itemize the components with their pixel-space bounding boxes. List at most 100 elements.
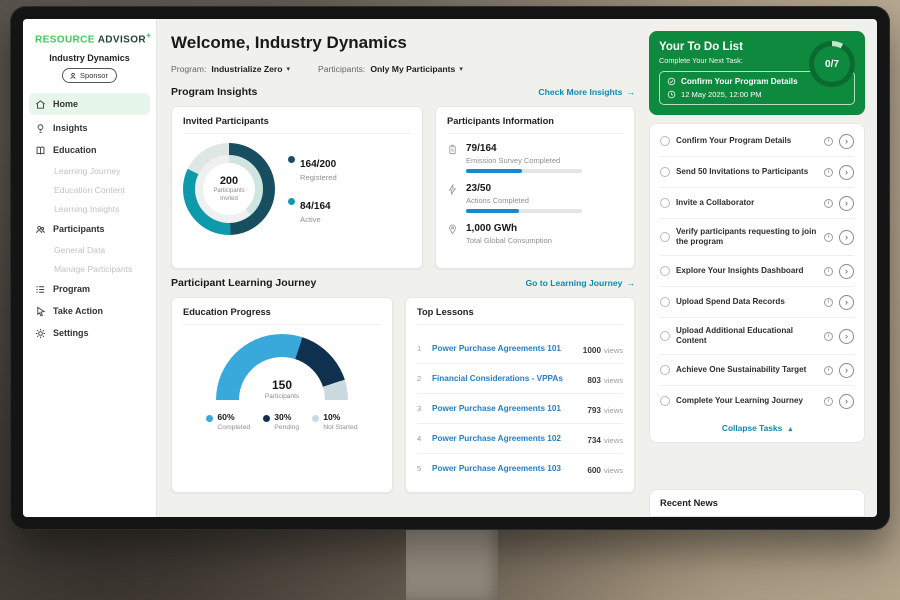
sidebar-item-learning-journey[interactable]: Learning Journey bbox=[23, 161, 156, 180]
chevron-right-icon[interactable]: › bbox=[839, 230, 854, 245]
sidebar-item-take-action[interactable]: Take Action bbox=[23, 300, 156, 322]
sidebar-item-general-data[interactable]: General Data bbox=[23, 240, 156, 259]
task-row-upload-educational-content[interactable]: Upload Additional Educational Content i … bbox=[660, 318, 854, 355]
section-title: Program Insights bbox=[171, 86, 257, 98]
logo-text-secondary: ADVISOR bbox=[98, 34, 146, 45]
lesson-link[interactable]: Power Purchase Agreements 103 bbox=[432, 464, 580, 473]
todo-summary-card: Your To Do List Complete Your Next Task:… bbox=[649, 31, 865, 115]
legend-label: Completed bbox=[217, 424, 250, 431]
stat-value: 23/50 bbox=[466, 183, 582, 194]
task-checkbox[interactable] bbox=[660, 396, 670, 406]
program-label: Program: bbox=[171, 64, 206, 74]
sidebar-item-manage-participants[interactable]: Manage Participants bbox=[23, 259, 156, 278]
sidebar-item-insights[interactable]: Insights bbox=[23, 117, 156, 139]
recent-news-header[interactable]: Recent News bbox=[649, 489, 865, 517]
task-row-verify-participants[interactable]: Verify participants requesting to join t… bbox=[660, 219, 854, 256]
filters-row: Program: Industrialize Zero ▾ Participan… bbox=[171, 64, 635, 74]
chevron-right-icon[interactable]: › bbox=[839, 295, 854, 310]
lesson-link[interactable]: Power Purchase Agreements 102 bbox=[432, 434, 580, 443]
chevron-right-icon[interactable]: › bbox=[839, 165, 854, 180]
participants-select[interactable]: Participants: Only My Participants ▾ bbox=[318, 64, 463, 74]
lesson-link[interactable]: Financial Considerations - VPPAs bbox=[432, 374, 580, 383]
info-icon: i bbox=[824, 199, 833, 208]
sidebar-item-education[interactable]: Education bbox=[23, 139, 156, 161]
task-checkbox[interactable] bbox=[660, 167, 670, 177]
task-row-explore-insights[interactable]: Explore Your Insights Dashboard i › bbox=[660, 256, 854, 287]
stat-global-consumption: 1,000 GWh Total Global Consumption bbox=[447, 223, 623, 249]
people-icon bbox=[35, 224, 46, 235]
home-icon bbox=[35, 99, 46, 110]
task-checkbox[interactable] bbox=[660, 266, 670, 276]
chevron-right-icon[interactable]: › bbox=[839, 329, 854, 344]
legend-completed: 60% Completed bbox=[206, 412, 250, 431]
legend-dot bbox=[206, 415, 213, 422]
legend-not-started: 10% Not Started bbox=[312, 412, 357, 431]
lesson-link[interactable]: Power Purchase Agreements 101 bbox=[432, 344, 576, 353]
task-row-confirm-program[interactable]: Confirm Your Program Details i › bbox=[660, 126, 854, 157]
info-icon: i bbox=[824, 298, 833, 307]
program-select[interactable]: Program: Industrialize Zero ▾ bbox=[171, 64, 290, 74]
task-label: Upload Additional Educational Content bbox=[676, 326, 818, 347]
card-title: Education Progress bbox=[183, 307, 381, 325]
check-more-insights-link[interactable]: Check More Insights → bbox=[538, 87, 635, 97]
sidebar-item-label: Take Action bbox=[53, 306, 103, 316]
actions-icon bbox=[447, 184, 458, 195]
chevron-right-icon[interactable]: › bbox=[839, 196, 854, 211]
sidebar-item-home[interactable]: Home bbox=[29, 93, 150, 115]
legend-dot bbox=[288, 198, 295, 205]
sidebar-item-program[interactable]: Program bbox=[23, 278, 156, 300]
task-checkbox[interactable] bbox=[660, 331, 670, 341]
lesson-rank: 4 bbox=[417, 434, 425, 443]
task-row-achieve-sustainability-target[interactable]: Achieve One Sustainability Target i › bbox=[660, 355, 854, 386]
legend-active: 84/164 Active bbox=[288, 196, 337, 224]
task-label: Send 50 Invitations to Participants bbox=[676, 167, 818, 178]
task-row-invite-collaborator[interactable]: Invite a Collaborator i › bbox=[660, 188, 854, 219]
chevron-down-icon: ▾ bbox=[287, 65, 291, 73]
chevron-right-icon[interactable]: › bbox=[839, 363, 854, 378]
person-icon bbox=[69, 72, 77, 80]
program-value: Industrialize Zero bbox=[211, 64, 282, 74]
card-title: Participants Information bbox=[447, 116, 623, 134]
sidebar-item-learning-insights[interactable]: Learning Insights bbox=[23, 199, 156, 218]
logo-text-primary: RESOURCE bbox=[35, 34, 95, 45]
clock-icon bbox=[667, 90, 676, 99]
stat-actions-completed: 23/50 Actions Completed bbox=[447, 183, 623, 213]
collapse-tasks-link[interactable]: Collapse Tasks ▴ bbox=[660, 416, 854, 438]
logo-plus: + bbox=[146, 31, 151, 40]
task-checkbox[interactable] bbox=[660, 232, 670, 242]
chevron-right-icon[interactable]: › bbox=[839, 264, 854, 279]
arrow-right-icon: → bbox=[626, 87, 635, 97]
task-row-complete-learning-journey[interactable]: Complete Your Learning Journey i › bbox=[660, 386, 854, 416]
main-content: Welcome, Industry Dynamics Program: Indu… bbox=[157, 19, 649, 517]
stat-value: 1,000 GWh bbox=[466, 223, 552, 234]
lesson-link[interactable]: Power Purchase Agreements 101 bbox=[432, 404, 580, 413]
sidebar-item-label: Insights bbox=[53, 123, 88, 133]
task-row-upload-spend-data[interactable]: Upload Spend Data Records i › bbox=[660, 287, 854, 318]
info-icon: i bbox=[824, 233, 833, 242]
collapse-label: Collapse Tasks bbox=[722, 423, 782, 433]
task-row-send-invitations[interactable]: Send 50 Invitations to Participants i › bbox=[660, 157, 854, 188]
lesson-row: 1 Power Purchase Agreements 101 1000view… bbox=[417, 334, 623, 364]
donut-center-label: Participants Invited bbox=[207, 188, 251, 203]
legend-registered: 164/200 Registered bbox=[288, 154, 337, 182]
lesson-row: 3 Power Purchase Agreements 101 793views bbox=[417, 394, 623, 424]
learning-journey-header: Participant Learning Journey Go to Learn… bbox=[171, 277, 635, 289]
sidebar-item-participants[interactable]: Participants bbox=[23, 218, 156, 240]
sidebar-item-label: Education bbox=[53, 145, 97, 155]
gauge-center-label: Participants bbox=[265, 393, 299, 400]
sidebar-item-label: Settings bbox=[53, 328, 89, 338]
invited-participants-card: Invited Participants 200 Participants In… bbox=[171, 106, 423, 269]
task-checkbox[interactable] bbox=[660, 365, 670, 375]
chevron-right-icon[interactable]: › bbox=[839, 134, 854, 149]
sidebar-item-education-content[interactable]: Education Content bbox=[23, 180, 156, 199]
sidebar-item-settings[interactable]: Settings bbox=[23, 322, 156, 344]
info-icon: i bbox=[824, 332, 833, 341]
chevron-right-icon[interactable]: › bbox=[839, 394, 854, 409]
pointer-icon bbox=[35, 306, 46, 317]
task-checkbox[interactable] bbox=[660, 136, 670, 146]
task-checkbox[interactable] bbox=[660, 198, 670, 208]
go-to-learning-journey-link[interactable]: Go to Learning Journey → bbox=[525, 278, 635, 288]
monitor-bezel: RESOURCE ADVISOR+ Industry Dynamics Spon… bbox=[10, 6, 890, 530]
lesson-views-word: views bbox=[604, 376, 623, 385]
task-checkbox[interactable] bbox=[660, 297, 670, 307]
